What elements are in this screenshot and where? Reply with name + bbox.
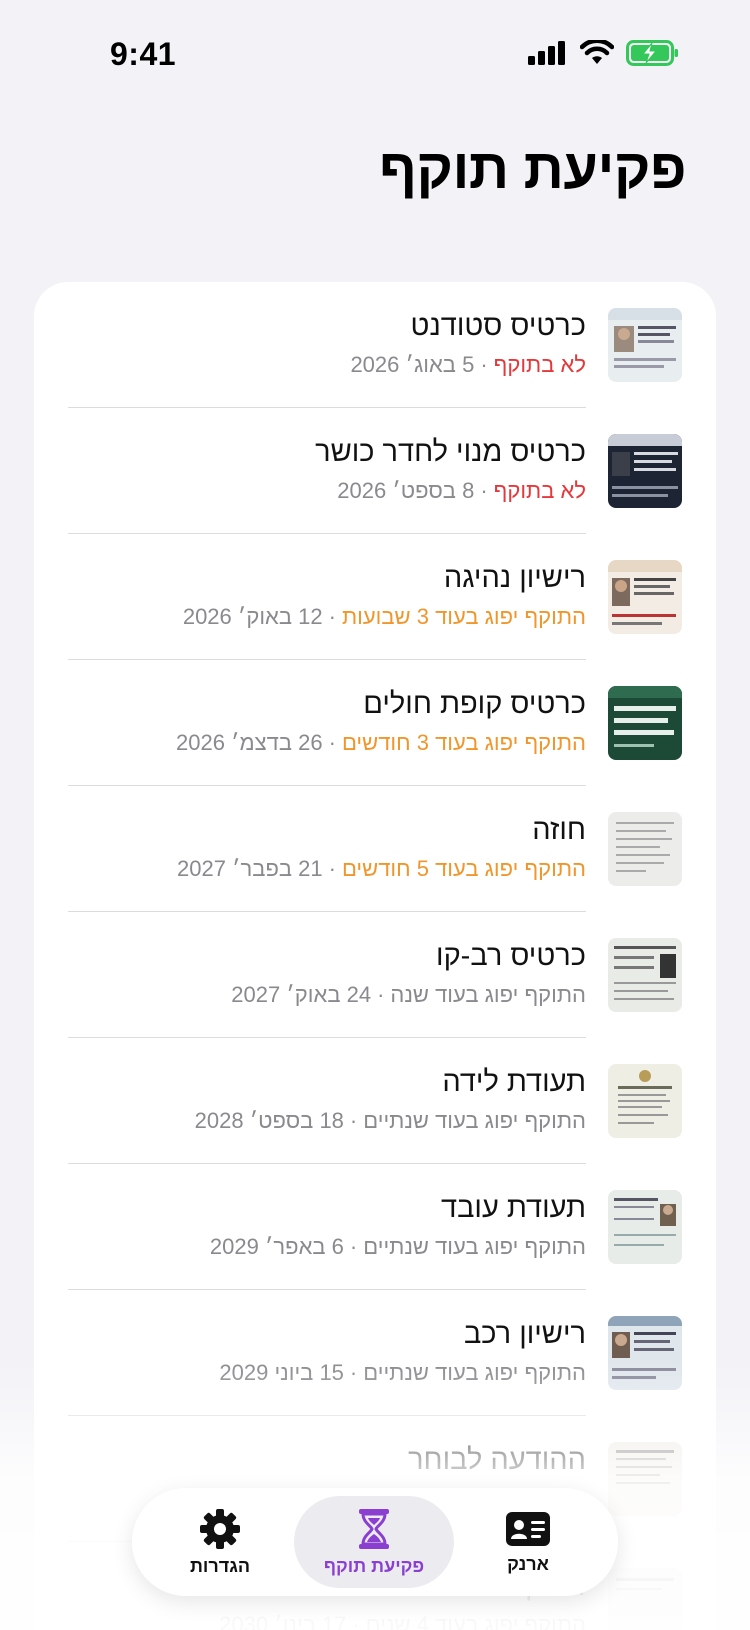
cellular-signal-icon [528,41,565,65]
item-subtitle: התוקף יפוג בעוד 3 שבועות·12 באוק׳ 2026 [182,604,586,629]
list-item[interactable]: תעודת עובד התוקף יפוג בעוד שנתיים·6 באפר… [34,1164,716,1290]
item-subtitle: לא בתוקף·8 בספט׳ 2026 [337,478,586,503]
item-title: תעודת עובד [441,1192,586,1224]
expiry-date: 15 ביוני 2029 [219,1360,344,1385]
item-title: כרטיס קופת חולים [363,688,586,720]
expiry-status: התוקף יפוג בעוד שנתיים [363,1108,586,1133]
expiry-date: 21 בפבר׳ 2027 [177,856,323,881]
driver-license-thumbnail [608,560,682,634]
tab-wallet-label: ארנק [507,1553,549,1574]
item-subtitle: התוקף יפוג בעוד שנתיים·6 באפר׳ 2029 [209,1234,586,1259]
item-subtitle: התוקף יפוג בעוד 3 חודשים·26 בדצמ׳ 2026 [176,730,586,755]
item-subtitle: התוקף יפוג בעוד 4 שנים·17 בינו׳ 2030 [219,1612,586,1630]
expiry-status: התוקף יפוג בעוד 3 חודשים [341,730,586,755]
voter-notice-thumbnail [608,1442,682,1516]
birth-certificate-thumbnail [608,1064,682,1138]
tab-settings[interactable]: הגדרות [140,1496,300,1588]
list-item[interactable]: כרטיס מנוי לחדר כושר לא בתוקף·8 בספט׳ 20… [34,408,716,534]
tab-bar: הגדרות פקיעת תוקף ארנק [132,1488,618,1596]
status-icons [528,40,680,66]
tab-expiry-label: פקיעת תוקף [323,1555,425,1576]
item-title: כרטיס מנוי לחדר כושר [315,436,586,468]
contract-thumbnail [608,812,682,886]
expiry-status: לא בתוקף [493,478,586,503]
hourglass-icon [359,1508,389,1549]
list-item[interactable]: תעודת לידה התוקף יפוג בעוד שנתיים·18 בספ… [34,1038,716,1164]
item-title: תעודת לידה [442,1066,586,1098]
list-item[interactable]: רישיון רכב התוקף יפוג בעוד שנתיים·15 ביו… [34,1290,716,1416]
expiry-date: 12 באוק׳ 2026 [182,604,323,629]
expiry-date: 8 בספט׳ 2026 [337,478,475,503]
status-bar: 9:41 [0,0,750,110]
tab-expiry[interactable]: פקיעת תוקף [294,1496,454,1588]
passport-thumbnail [608,1568,682,1630]
student-card-thumbnail [608,308,682,382]
item-title: כרטיס רב-קו [436,940,586,972]
item-subtitle: התוקף יפוג בעוד שנתיים·18 בספט׳ 2028 [194,1108,586,1133]
item-subtitle: התוקף יפוג בעוד 5 חודשים·21 בפבר׳ 2027 [177,856,586,881]
item-subtitle: התוקף יפוג בעוד שנה·24 באוק׳ 2027 [231,982,586,1007]
gear-icon [200,1508,240,1549]
list-item[interactable]: כרטיס סטודנט לא בתוקף·5 באוג׳ 2026 [34,282,716,408]
expiry-date: 26 בדצמ׳ 2026 [176,730,323,755]
expiry-date: 18 בספט׳ 2028 [194,1108,344,1133]
expiry-status: התוקף יפוג בעוד 5 חודשים [341,856,586,881]
list-item[interactable]: חוזה התוקף יפוג בעוד 5 חודשים·21 בפבר׳ 2… [34,786,716,912]
id-card-icon [506,1511,550,1546]
expiry-date: 6 באפר׳ 2029 [209,1234,344,1259]
item-title: רישיון רכב [463,1318,586,1350]
item-title: רישיון נהיגה [443,562,586,594]
item-subtitle: לא בתוקף·5 באוג׳ 2026 [350,352,586,377]
expiry-date: 24 באוק׳ 2027 [231,982,372,1007]
expiry-date: 5 באוג׳ 2026 [350,352,475,377]
item-title: כרטיס סטודנט [410,310,586,342]
health-card-thumbnail [608,686,682,760]
expiry-status: התוקף יפוג בעוד 3 שבועות [341,604,586,629]
item-title: ההודעה לבוחר [408,1444,586,1476]
list-item[interactable]: כרטיס קופת חולים התוקף יפוג בעוד 3 חודשי… [34,660,716,786]
employee-card-thumbnail [608,1190,682,1264]
tab-wallet[interactable]: ארנק [448,1496,608,1588]
expiry-date: 17 בינו׳ 2030 [219,1612,347,1630]
list-item[interactable]: כרטיס רב-קו התוקף יפוג בעוד שנה·24 באוק׳… [34,912,716,1038]
expiry-status: התוקף יפוג בעוד שנתיים [363,1360,586,1385]
screen: 9:41 פקיעת תוקף כרטיס סטודנט לא בתוקף·5 … [0,0,750,1630]
battery-charging-icon [626,40,678,66]
expiry-list: כרטיס סטודנט לא בתוקף·5 באוג׳ 2026 כרטיס… [34,282,716,1630]
item-title: חוזה [532,814,586,846]
expiry-status: התוקף יפוג בעוד שנה [390,982,586,1007]
vehicle-license-thumbnail [608,1316,682,1390]
list-item[interactable]: רישיון נהיגה התוקף יפוג בעוד 3 שבועות·12… [34,534,716,660]
expiry-status: התוקף יפוג בעוד 4 שנים [365,1612,586,1630]
expiry-status: לא בתוקף [493,352,586,377]
status-time: 9:41 [110,36,177,72]
transit-ticket-thumbnail [608,938,682,1012]
gym-card-thumbnail [608,434,682,508]
expiry-status: התוקף יפוג בעוד שנתיים [363,1234,586,1259]
item-subtitle: התוקף יפוג בעוד שנתיים·15 ביוני 2029 [219,1360,586,1385]
page-title: פקיעת תוקף [379,137,686,200]
wifi-icon [580,40,614,64]
tab-settings-label: הגדרות [190,1555,250,1576]
